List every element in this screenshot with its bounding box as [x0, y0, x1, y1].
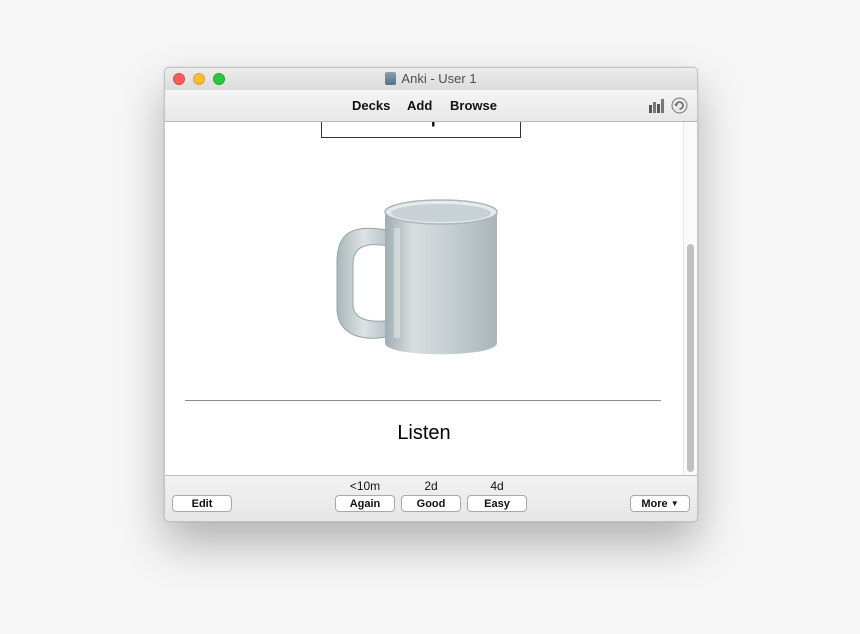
- easy-button[interactable]: Easy: [467, 495, 527, 512]
- easy-interval: 4d: [490, 479, 504, 493]
- decks-link[interactable]: Decks: [352, 98, 390, 113]
- stats-bars-icon[interactable]: [649, 99, 665, 113]
- content-scrollbar[interactable]: [683, 122, 697, 475]
- anki-app-icon: [385, 72, 397, 85]
- again-interval: <10m: [349, 479, 381, 493]
- scrollbar-thumb[interactable]: [687, 244, 694, 472]
- main-toolbar: Decks Add Browse: [165, 90, 697, 122]
- window-title: Anki - User 1: [401, 71, 477, 86]
- card-back-text: Listen: [397, 422, 451, 444]
- browse-link[interactable]: Browse: [450, 98, 497, 113]
- sync-icon[interactable]: [671, 97, 688, 114]
- window-title-container: Anki - User 1: [165, 71, 697, 87]
- answer-divider: [185, 400, 661, 401]
- more-button[interactable]: More ▼: [630, 495, 690, 512]
- edit-button[interactable]: Edit: [172, 495, 232, 512]
- good-interval: 2d: [424, 479, 438, 493]
- anki-window: Anki - User 1 Decks Add Browse Cup: [164, 67, 698, 522]
- mug-image: [336, 199, 498, 355]
- card-front-word: Cup: [321, 122, 521, 138]
- good-button[interactable]: Good: [401, 495, 461, 512]
- again-button[interactable]: Again: [335, 495, 395, 512]
- title-bar[interactable]: Anki - User 1: [165, 68, 697, 90]
- caret-down-icon: ▼: [670, 499, 679, 508]
- more-button-label: More: [641, 498, 668, 510]
- review-bottom-bar: Edit <10m Again 2d Good 4d Easy More ▼: [165, 475, 697, 521]
- card-content-area: Cup Listen: [165, 122, 683, 475]
- add-link[interactable]: Add: [407, 98, 432, 113]
